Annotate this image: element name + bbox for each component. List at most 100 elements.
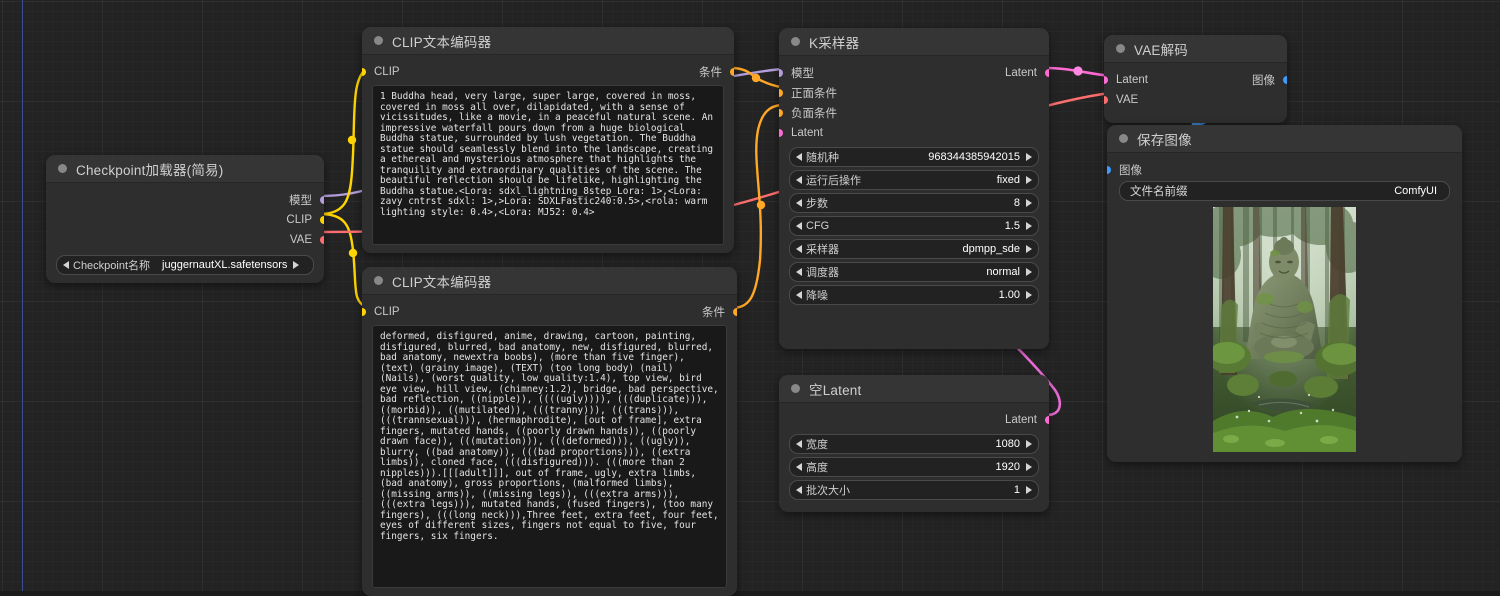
prev-arrow-icon[interactable] <box>796 153 802 161</box>
next-arrow-icon[interactable] <box>1026 268 1032 276</box>
input-slot-vae[interactable]: VAE <box>1104 91 1287 109</box>
prev-arrow-icon[interactable] <box>796 222 802 230</box>
node-title-bar[interactable]: VAE解码 <box>1104 35 1287 63</box>
next-arrow-icon[interactable] <box>1026 291 1032 299</box>
output-slot-latent[interactable]: Latent <box>779 411 1049 429</box>
input-slot-negative-cond[interactable]: 负面条件 <box>779 104 1049 122</box>
output-label-vae: VAE <box>289 234 312 246</box>
node-title-label: CLIP文本编码器 <box>392 34 492 50</box>
image-preview[interactable] <box>1213 207 1356 452</box>
output-slot-vae[interactable]: VAE <box>46 231 324 249</box>
prompt-textarea-negative[interactable]: deformed, disfigured, anime, drawing, ca… <box>372 325 727 588</box>
port-dot-model-input[interactable] <box>779 69 783 77</box>
prev-arrow-icon[interactable] <box>796 245 802 253</box>
node-body: CLIP 条件 deformed, disfigured, anime, dra… <box>362 295 737 596</box>
widget-value: 1 <box>1013 484 1020 496</box>
collapse-dot-icon[interactable] <box>791 384 800 393</box>
wire-dot-cond-positive <box>751 73 761 83</box>
next-arrow-icon[interactable] <box>1026 176 1032 184</box>
node-checkpoint-loader[interactable]: Checkpoint加载器(简易) 模型 CLIP VAE Checkpoint… <box>46 155 324 283</box>
input-slot-image[interactable]: 图像 <box>1107 161 1462 179</box>
port-dot-latent-output[interactable] <box>1045 416 1049 424</box>
port-dot-vae-input[interactable] <box>1104 96 1108 104</box>
node-vae-decode[interactable]: VAE解码 Latent 图像 VAE <box>1104 35 1287 123</box>
widget-value: 1.00 <box>998 289 1020 301</box>
port-dot-image-input[interactable] <box>1107 166 1111 174</box>
collapse-dot-icon[interactable] <box>374 36 383 45</box>
output-slot-model[interactable]: 模型 <box>46 191 324 209</box>
port-dot-latent-output[interactable] <box>1045 69 1049 77</box>
collapse-dot-icon[interactable] <box>1116 44 1125 53</box>
input-slot-latent[interactable]: Latent <box>779 124 1049 142</box>
prev-arrow-icon[interactable] <box>796 463 802 471</box>
node-empty-latent-image[interactable]: 空Latent Latent 宽度 1080 高度 1920 批次大小 1 <box>779 375 1049 512</box>
collapse-dot-icon[interactable] <box>58 164 67 173</box>
port-dot-vae[interactable] <box>320 236 324 244</box>
widget-label: 调度器 <box>806 267 839 279</box>
widget-control-after-generate[interactable]: 运行后操作 fixed <box>789 170 1039 190</box>
port-dot-model[interactable] <box>320 196 324 204</box>
collapse-dot-icon[interactable] <box>791 37 800 46</box>
node-title-bar[interactable]: CLIP文本编码器 <box>362 267 737 295</box>
widget-scheduler[interactable]: 调度器 normal <box>789 262 1039 282</box>
input-slot-positive-cond[interactable]: 正面条件 <box>779 84 1049 102</box>
widget-steps[interactable]: 步数 8 <box>789 193 1039 213</box>
widget-batch-size[interactable]: 批次大小 1 <box>789 480 1039 500</box>
prev-arrow-icon[interactable] <box>796 440 802 448</box>
widget-filename-prefix[interactable]: 文件名前缀 ComfyUI <box>1119 181 1450 201</box>
node-title-bar[interactable]: CLIP文本编码器 <box>362 27 734 55</box>
prompt-textarea-positive[interactable]: 1 Buddha head, very large, super large, … <box>372 85 724 245</box>
next-arrow-icon[interactable] <box>1026 463 1032 471</box>
prev-arrow-icon[interactable] <box>796 199 802 207</box>
node-save-image[interactable]: 保存图像 图像 文件名前缀 ComfyUI <box>1107 125 1462 462</box>
port-dot-conditioning-output[interactable] <box>733 308 737 316</box>
node-clip-text-encode-negative[interactable]: CLIP文本编码器 CLIP 条件 deformed, disfigured, … <box>362 267 737 596</box>
widget-height[interactable]: 高度 1920 <box>789 457 1039 477</box>
port-dot-negative-cond[interactable] <box>779 109 783 117</box>
widget-label: 文件名前缀 <box>1130 186 1188 198</box>
widget-denoise[interactable]: 降噪 1.00 <box>789 285 1039 305</box>
input-label-clip: CLIP <box>374 306 400 318</box>
output-slot-clip[interactable]: CLIP <box>46 211 324 229</box>
prev-arrow-icon[interactable] <box>796 268 802 276</box>
node-body: 模型 Latent 正面条件 负面条件 Latent 随机种 968344385… <box>779 56 1049 349</box>
prev-arrow-icon[interactable] <box>63 261 69 269</box>
port-dot-clip-input[interactable] <box>362 68 366 76</box>
node-title-bar[interactable]: 保存图像 <box>1107 125 1462 153</box>
node-clip-text-encode-positive[interactable]: CLIP文本编码器 CLIP 条件 1 Buddha head, very la… <box>362 27 734 253</box>
port-dot-conditioning-output[interactable] <box>730 68 734 76</box>
widget-cfg[interactable]: CFG 1.5 <box>789 216 1039 236</box>
widget-seed[interactable]: 随机种 968344385942015 <box>789 147 1039 167</box>
port-dot-latent-input[interactable] <box>779 129 783 137</box>
widget-checkpoint-name[interactable]: Checkpoint名称 juggernautXL.safetensors <box>56 255 314 275</box>
port-dot-clip-input[interactable] <box>362 308 366 316</box>
next-arrow-icon[interactable] <box>293 261 300 269</box>
next-arrow-icon[interactable] <box>1026 199 1032 207</box>
next-arrow-icon[interactable] <box>1026 486 1032 494</box>
next-arrow-icon[interactable] <box>1026 153 1032 161</box>
prev-arrow-icon[interactable] <box>796 486 802 494</box>
prev-arrow-icon[interactable] <box>796 176 802 184</box>
node-title-bar[interactable]: Checkpoint加载器(简易) <box>46 155 324 183</box>
prev-arrow-icon[interactable] <box>796 291 802 299</box>
collapse-dot-icon[interactable] <box>374 276 383 285</box>
node-ksampler[interactable]: K采样器 模型 Latent 正面条件 负面条件 Latent 随机种 9683… <box>779 28 1049 349</box>
port-dot-latent-input[interactable] <box>1104 76 1108 84</box>
node-title-label: Checkpoint加载器(简易) <box>76 162 224 178</box>
widget-width[interactable]: 宽度 1080 <box>789 434 1039 454</box>
port-dot-positive-cond[interactable] <box>779 89 783 97</box>
node-title-bar[interactable]: 空Latent <box>779 375 1049 403</box>
slot-row-model-latent: 模型 Latent <box>779 64 1049 82</box>
node-body: Latent 宽度 1080 高度 1920 批次大小 1 <box>779 403 1049 512</box>
widget-label: 高度 <box>806 462 828 474</box>
next-arrow-icon[interactable] <box>1026 222 1032 230</box>
port-dot-image-output[interactable] <box>1283 76 1287 84</box>
port-dot-clip[interactable] <box>320 216 324 224</box>
collapse-dot-icon[interactable] <box>1119 134 1128 143</box>
graph-canvas[interactable]: Checkpoint加载器(简易) 模型 CLIP VAE Checkpoint… <box>0 0 1500 596</box>
node-title-bar[interactable]: K采样器 <box>779 28 1049 56</box>
next-arrow-icon[interactable] <box>1026 245 1032 253</box>
widget-sampler-name[interactable]: 采样器 dpmpp_sde <box>789 239 1039 259</box>
node-title-label: 保存图像 <box>1137 132 1192 148</box>
next-arrow-icon[interactable] <box>1026 440 1032 448</box>
